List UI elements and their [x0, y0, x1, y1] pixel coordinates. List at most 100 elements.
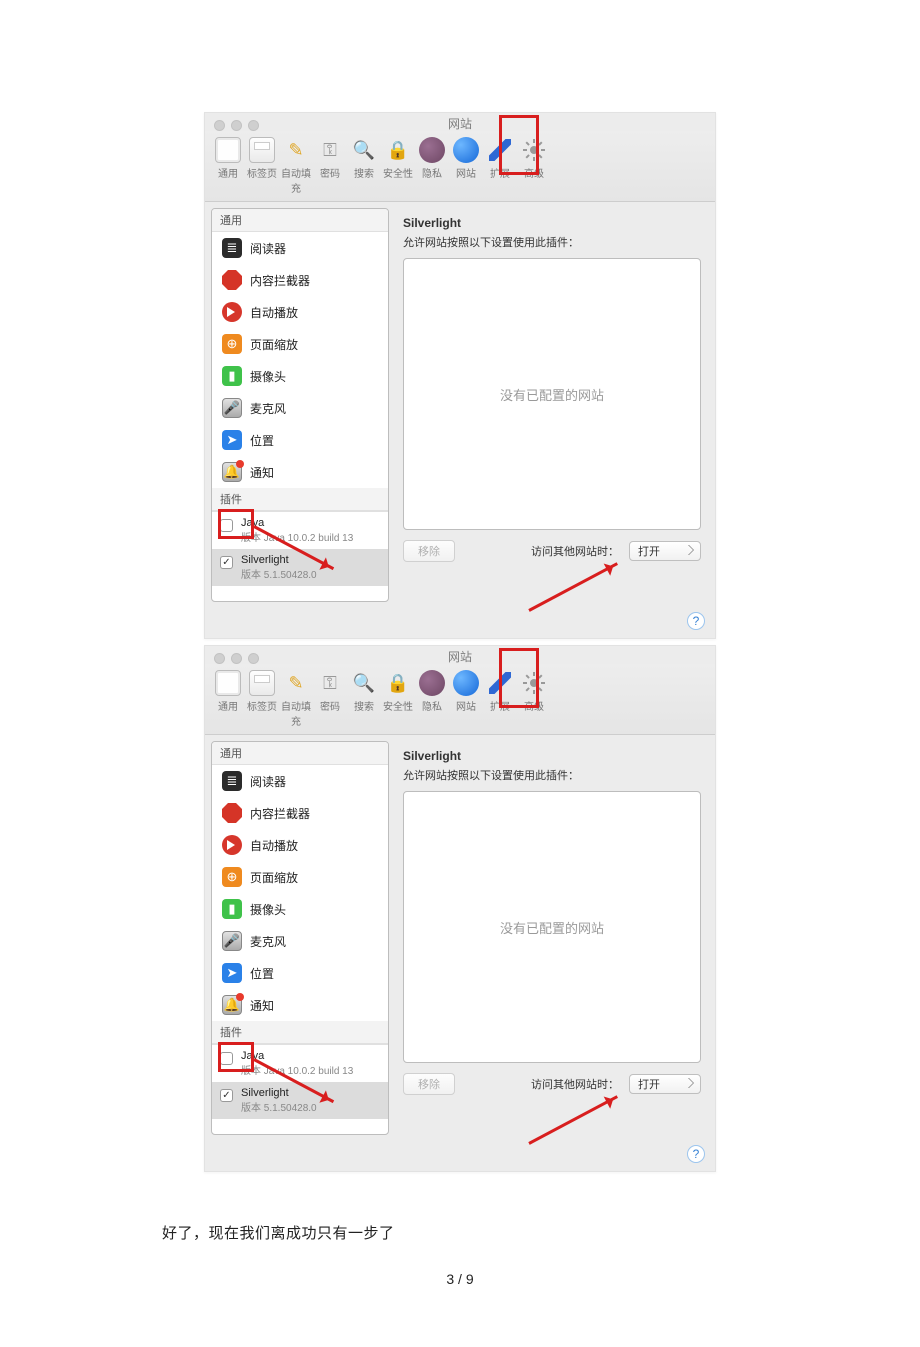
- play-icon: [222, 302, 242, 322]
- tab-extensions[interactable]: 扩展: [483, 137, 517, 195]
- checkbox-java[interactable]: [220, 519, 233, 532]
- tab-label: 搜索: [354, 165, 374, 180]
- visit-select[interactable]: 打开: [629, 541, 701, 561]
- tab-advanced[interactable]: 高级: [517, 137, 551, 195]
- gear-icon: [521, 670, 547, 696]
- sidebar-item-mic[interactable]: 🎤麦克风: [212, 925, 388, 957]
- pencil-icon: ✎: [283, 670, 309, 696]
- sidebar-item-label: 摄像头: [250, 368, 286, 385]
- tab-websites[interactable]: 网站: [449, 670, 483, 728]
- tab-security[interactable]: 🔒安全性: [381, 137, 415, 195]
- screenshot-2: 网站 通用 标签页 ✎自动填充 ⚿密码 🔍搜索 🔒安全性 隐私 网站 扩展 高级: [204, 645, 716, 1172]
- zoom-icon: ⊕: [222, 867, 242, 887]
- sidebar-item-block[interactable]: 内容拦截器: [212, 264, 388, 296]
- tab-label: 网站: [456, 165, 476, 180]
- sidebar-item-block[interactable]: 内容拦截器: [212, 797, 388, 829]
- reader-icon: ≣: [222, 771, 242, 791]
- sidebar: 通用 ≣阅读器 内容拦截器 自动播放 ⊕ 页面缩放 ▮摄像头 🎤 麦克风 ➤位置 🔔…: [211, 208, 389, 602]
- sidebar: 通用 ≣阅读器 内容拦截器 自动播放 ⊕页面缩放 ▮摄像头 🎤麦克风 ➤位置 🔔…: [211, 741, 389, 1135]
- sidebar-item-label: 位置: [250, 965, 274, 982]
- tab-autofill[interactable]: ✎自动填充: [279, 670, 313, 728]
- tab-passwords[interactable]: ⚿密码: [313, 137, 347, 195]
- remove-button: 移除: [403, 540, 455, 562]
- sidebar-item-label: 摄像头: [250, 901, 286, 918]
- sidebar-item-location[interactable]: ➤位置: [212, 424, 388, 456]
- reader-icon: ≣: [222, 238, 242, 258]
- sidebar-item-autoplay[interactable]: 自动播放: [212, 296, 388, 328]
- checkbox-silverlight[interactable]: ✓: [220, 1089, 233, 1102]
- plugin-silverlight[interactable]: ✓ Silverlight版本 5.1.50428.0: [212, 549, 388, 586]
- search-icon: 🔍: [351, 670, 377, 696]
- checkbox-silverlight[interactable]: ✓: [220, 556, 233, 569]
- tab-privacy[interactable]: 隐私: [415, 670, 449, 728]
- tab-passwords[interactable]: ⚿密码: [313, 670, 347, 728]
- website-listbox[interactable]: 没有已配置的网站: [403, 791, 701, 1063]
- sidebar-item-notif[interactable]: 🔔通知: [212, 989, 388, 1021]
- tab-tabs[interactable]: 标签页: [245, 137, 279, 195]
- sidebar-item-reader[interactable]: ≣阅读器: [212, 765, 388, 797]
- sidebar-item-zoom[interactable]: ⊕ 页面缩放: [212, 328, 388, 360]
- section-general: 通用: [212, 209, 388, 232]
- sidebar-item-label: 页面缩放: [250, 336, 298, 353]
- tab-label: 搜索: [354, 698, 374, 713]
- plugin-silverlight[interactable]: ✓ Silverlight版本 5.1.50428.0: [212, 1082, 388, 1119]
- sidebar-item-zoom[interactable]: ⊕ 页面缩放: [212, 861, 388, 893]
- tab-privacy[interactable]: 隐私: [415, 137, 449, 195]
- sidebar-item-label: 页面缩放: [250, 869, 298, 886]
- sidebar-item-camera[interactable]: ▮摄像头: [212, 893, 388, 925]
- tab-autofill[interactable]: ✎自动填充: [279, 137, 313, 195]
- play-icon: [222, 835, 242, 855]
- sidebar-item-notif[interactable]: 🔔通知: [212, 456, 388, 488]
- plugin-java[interactable]: Java版本 Java 10.0.2 build 13: [212, 512, 388, 549]
- bell-icon: 🔔: [222, 995, 242, 1015]
- tab-search[interactable]: 🔍 搜索: [347, 670, 381, 728]
- tab-general[interactable]: 通用: [211, 137, 245, 195]
- plugin-version: 版本 5.1.50428.0: [241, 566, 317, 581]
- tab-label: 通用: [218, 698, 238, 713]
- block-icon: [222, 803, 242, 823]
- zoom-icon: ⊕: [222, 334, 242, 354]
- tab-tabs[interactable]: 标签页: [245, 670, 279, 728]
- tab-extensions[interactable]: 扩展: [483, 670, 517, 728]
- bottom-bar: 移除 访问其他网站时： 打开: [403, 1073, 701, 1095]
- mic-icon: 🎤: [222, 398, 242, 418]
- tab-general[interactable]: 通用: [211, 670, 245, 728]
- section-plugins: 插件: [212, 488, 388, 511]
- sidebar-item-reader[interactable]: ≣阅读器: [212, 232, 388, 264]
- content-area: 通用 ≣阅读器 内容拦截器 自动播放 ⊕页面缩放 ▮摄像头 🎤麦克风 ➤位置 🔔…: [205, 735, 715, 1141]
- tab-search[interactable]: 🔍搜索: [347, 137, 381, 195]
- window-footer: ?: [205, 608, 715, 638]
- sidebar-item-label: 麦克风: [250, 400, 286, 417]
- website-listbox[interactable]: 没有已配置的网站: [403, 258, 701, 530]
- visit-select[interactable]: 打开: [629, 1074, 701, 1094]
- visit-label: 访问其他网站时：: [531, 543, 619, 559]
- tab-label: 隐私: [422, 165, 442, 180]
- extension-icon: [487, 670, 513, 696]
- help-button[interactable]: ?: [687, 612, 705, 630]
- arrow-to-select: [528, 1095, 618, 1145]
- sidebar-item-mic[interactable]: 🎤 麦克风: [212, 392, 388, 424]
- section-plugins: 插件: [212, 1021, 388, 1044]
- checkbox-java[interactable]: [220, 1052, 233, 1065]
- tab-security[interactable]: 🔒安全性: [381, 670, 415, 728]
- arrow-to-select: [528, 562, 618, 612]
- sidebar-item-label: 内容拦截器: [250, 805, 310, 822]
- window-footer: ?: [205, 1141, 715, 1171]
- sidebar-item-label: 通知: [250, 464, 274, 481]
- sidebar-item-camera[interactable]: ▮摄像头: [212, 360, 388, 392]
- sidebar-item-autoplay[interactable]: 自动播放: [212, 829, 388, 861]
- general-list: ≣阅读器 内容拦截器 自动播放 ⊕ 页面缩放 ▮摄像头 🎤 麦克风 ➤位置 🔔通知: [212, 232, 388, 488]
- tab-label: 通用: [218, 165, 238, 180]
- tab-websites[interactable]: 网站: [449, 137, 483, 195]
- tab-advanced[interactable]: 高级: [517, 670, 551, 728]
- pane-subtitle: 允许网站按照以下设置使用此插件：: [403, 234, 701, 250]
- visit-label: 访问其他网站时：: [531, 1076, 619, 1092]
- plugin-java[interactable]: Java版本 Java 10.0.2 build 13: [212, 1045, 388, 1082]
- help-button[interactable]: ?: [687, 1145, 705, 1163]
- tabs-icon: [249, 670, 275, 696]
- screenshot-1: 网站 通用 标签页 ✎自动填充 ⚿密码 🔍搜索 🔒安全性 隐私 网站 扩展 高级: [204, 112, 716, 639]
- sidebar-item-label: 麦克风: [250, 933, 286, 950]
- tab-label: 扩展: [490, 698, 510, 713]
- content-area: 通用 ≣阅读器 内容拦截器 自动播放 ⊕ 页面缩放 ▮摄像头 🎤 麦克风 ➤位置 🔔…: [205, 202, 715, 608]
- sidebar-item-location[interactable]: ➤位置: [212, 957, 388, 989]
